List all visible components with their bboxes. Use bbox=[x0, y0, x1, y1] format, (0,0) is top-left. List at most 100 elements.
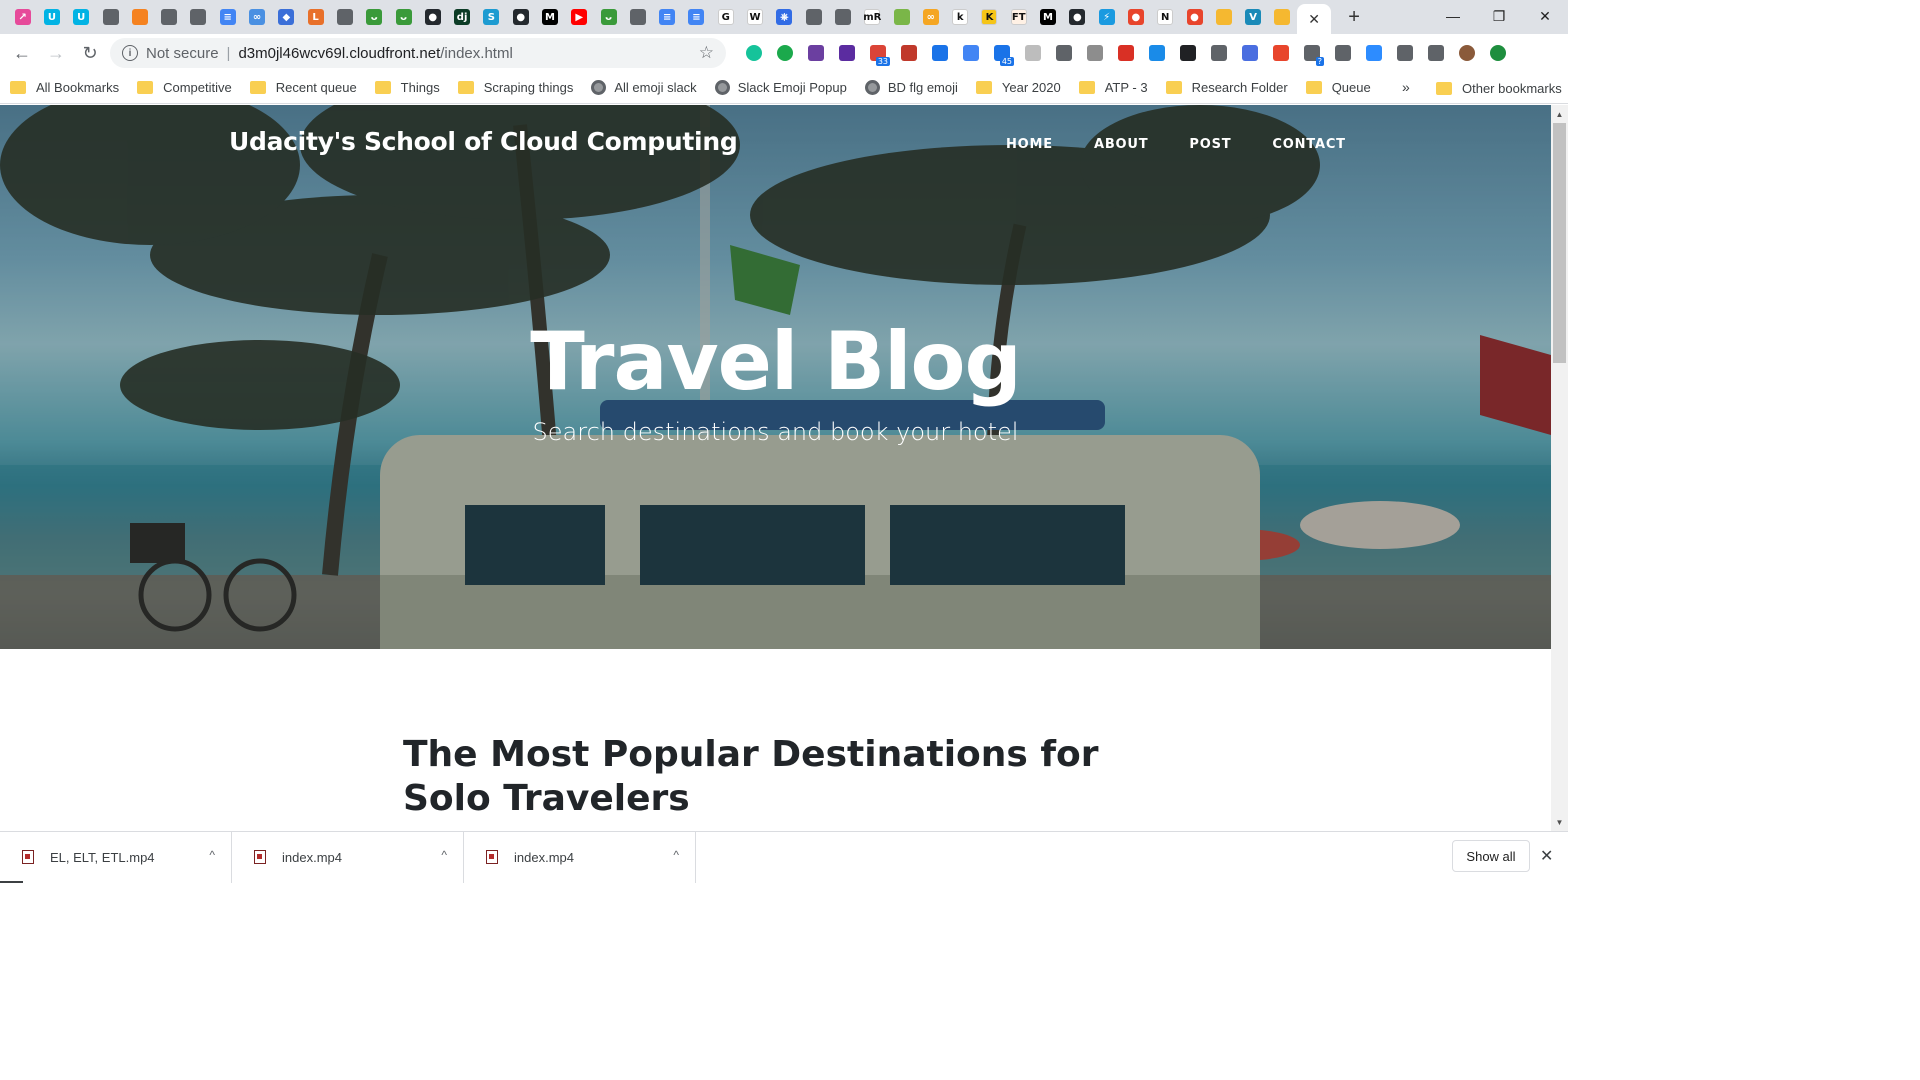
close-tab-icon[interactable]: ✕ bbox=[1308, 11, 1320, 28]
minimize-button[interactable]: — bbox=[1430, 0, 1476, 32]
nav-link-home[interactable]: HOME bbox=[1006, 137, 1053, 152]
browser-tab[interactable]: M bbox=[1033, 0, 1062, 34]
chevron-up-icon[interactable]: ^ bbox=[673, 848, 679, 862]
extension-button[interactable] bbox=[1265, 38, 1296, 68]
extension-button[interactable] bbox=[1110, 38, 1141, 68]
browser-tab[interactable]: ≡ bbox=[682, 0, 711, 34]
browser-tab[interactable]: ≡ bbox=[213, 0, 242, 34]
extension-button[interactable]: ? bbox=[1296, 38, 1327, 68]
browser-tab[interactable]: ● bbox=[1180, 0, 1209, 34]
browser-tab[interactable] bbox=[799, 0, 828, 34]
browser-tab[interactable]: ● bbox=[1063, 0, 1092, 34]
extension-button[interactable] bbox=[1017, 38, 1048, 68]
chevron-up-icon[interactable]: ^ bbox=[441, 848, 447, 862]
browser-tab[interactable] bbox=[1209, 0, 1238, 34]
bookmark-item[interactable]: All Bookmarks bbox=[10, 80, 119, 95]
security-status[interactable]: Not secure bbox=[146, 45, 219, 62]
extension-button[interactable]: 45 bbox=[986, 38, 1017, 68]
other-bookmarks[interactable]: Other bookmarks bbox=[1436, 72, 1562, 104]
browser-tab[interactable] bbox=[154, 0, 183, 34]
bookmark-item[interactable]: Research Folder bbox=[1165, 80, 1288, 95]
site-title[interactable]: Udacity's School of Cloud Computing bbox=[229, 127, 738, 156]
bookmark-item[interactable]: Things bbox=[374, 80, 440, 95]
bookmark-item[interactable]: All emoji slack bbox=[591, 80, 697, 95]
extension-button[interactable] bbox=[924, 38, 955, 68]
extension-button[interactable] bbox=[1451, 38, 1482, 68]
page-scrollbar[interactable]: ▲ ▼ bbox=[1551, 105, 1568, 831]
extension-button[interactable] bbox=[1389, 38, 1420, 68]
bookmark-item[interactable]: Year 2020 bbox=[975, 80, 1061, 95]
extension-button[interactable] bbox=[1172, 38, 1203, 68]
scroll-up-button[interactable]: ▲ bbox=[1551, 107, 1568, 121]
browser-tab[interactable]: S bbox=[477, 0, 506, 34]
forward-button[interactable]: → bbox=[39, 36, 73, 70]
bookmark-item[interactable]: Competitive bbox=[137, 80, 232, 95]
download-item[interactable]: index.mp4 ^ bbox=[232, 831, 464, 883]
active-tab[interactable]: ✕ bbox=[1297, 4, 1332, 34]
show-all-button[interactable]: Show all bbox=[1452, 840, 1530, 872]
browser-tab[interactable]: U bbox=[37, 0, 66, 34]
bookmark-item[interactable]: Scraping things bbox=[457, 80, 573, 95]
browser-tab[interactable]: ᴗ bbox=[594, 0, 623, 34]
extension-button[interactable] bbox=[1482, 38, 1513, 68]
browser-tab[interactable]: N bbox=[1151, 0, 1180, 34]
extension-button[interactable]: 33 bbox=[862, 38, 893, 68]
extension-button[interactable] bbox=[1234, 38, 1265, 68]
scrollbar-thumb[interactable] bbox=[1553, 123, 1566, 363]
bookmark-star-icon[interactable]: ☆ bbox=[699, 43, 714, 63]
extension-button[interactable] bbox=[769, 38, 800, 68]
browser-tab[interactable] bbox=[828, 0, 857, 34]
extension-button[interactable] bbox=[831, 38, 862, 68]
extension-button[interactable] bbox=[1141, 38, 1172, 68]
info-icon[interactable]: i bbox=[122, 45, 138, 61]
browser-tab[interactable]: G bbox=[711, 0, 740, 34]
browser-tab[interactable]: V bbox=[1238, 0, 1267, 34]
browser-tab[interactable]: ↗ bbox=[8, 0, 37, 34]
browser-tab[interactable]: FT bbox=[1004, 0, 1033, 34]
browser-tab[interactable]: ● bbox=[418, 0, 447, 34]
extension-button[interactable] bbox=[1327, 38, 1358, 68]
browser-tab[interactable]: M bbox=[535, 0, 564, 34]
browser-tab[interactable] bbox=[125, 0, 154, 34]
extension-button[interactable] bbox=[1420, 38, 1451, 68]
extension-button[interactable] bbox=[1079, 38, 1110, 68]
browser-tab[interactable]: ⎈ bbox=[770, 0, 799, 34]
extension-button[interactable] bbox=[955, 38, 986, 68]
download-item[interactable]: index.mp4 ^ bbox=[464, 831, 696, 883]
browser-tab[interactable] bbox=[184, 0, 213, 34]
browser-tab[interactable]: L bbox=[301, 0, 330, 34]
bookmark-item[interactable]: Slack Emoji Popup bbox=[714, 80, 847, 95]
extension-button[interactable] bbox=[1203, 38, 1234, 68]
close-shelf-button[interactable]: ✕ bbox=[1540, 846, 1553, 866]
extension-button[interactable] bbox=[800, 38, 831, 68]
browser-tab[interactable]: ▶ bbox=[565, 0, 594, 34]
bookmark-item[interactable]: Recent queue bbox=[249, 80, 357, 95]
browser-tab[interactable]: ◆ bbox=[272, 0, 301, 34]
browser-tab[interactable] bbox=[887, 0, 916, 34]
browser-tab[interactable]: ⚡ bbox=[1092, 0, 1121, 34]
bookmark-item[interactable]: Queue bbox=[1305, 80, 1371, 95]
browser-tab[interactable]: mR bbox=[858, 0, 887, 34]
browser-tab[interactable]: ᴗ bbox=[389, 0, 418, 34]
reload-button[interactable]: ↻ bbox=[73, 36, 107, 70]
nav-link-contact[interactable]: CONTACT bbox=[1272, 137, 1345, 152]
browser-tab[interactable]: ● bbox=[506, 0, 535, 34]
nav-link-post[interactable]: POST bbox=[1189, 137, 1231, 152]
browser-tab[interactable] bbox=[1268, 0, 1297, 34]
browser-tab[interactable]: ᴗ bbox=[360, 0, 389, 34]
browser-tab[interactable] bbox=[623, 0, 652, 34]
back-button[interactable]: ← bbox=[5, 36, 39, 70]
bookmark-item[interactable]: BD flg emoji bbox=[864, 80, 958, 95]
bookmarks-overflow-button[interactable]: » bbox=[1402, 79, 1410, 95]
chevron-up-icon[interactable]: ^ bbox=[209, 848, 215, 862]
browser-tab[interactable] bbox=[330, 0, 359, 34]
extension-button[interactable] bbox=[1048, 38, 1079, 68]
new-tab-button[interactable]: + bbox=[1339, 0, 1369, 34]
browser-tab[interactable]: dj bbox=[447, 0, 476, 34]
extension-button[interactable] bbox=[893, 38, 924, 68]
nav-link-about[interactable]: ABOUT bbox=[1094, 137, 1148, 152]
browser-tab[interactable]: K bbox=[975, 0, 1004, 34]
browser-tab[interactable]: ∞ bbox=[916, 0, 945, 34]
post-title[interactable]: The Most Popular Destinations for Solo T… bbox=[403, 733, 1163, 821]
download-item[interactable]: EL, ELT, ETL.mp4 ^ bbox=[0, 831, 232, 883]
